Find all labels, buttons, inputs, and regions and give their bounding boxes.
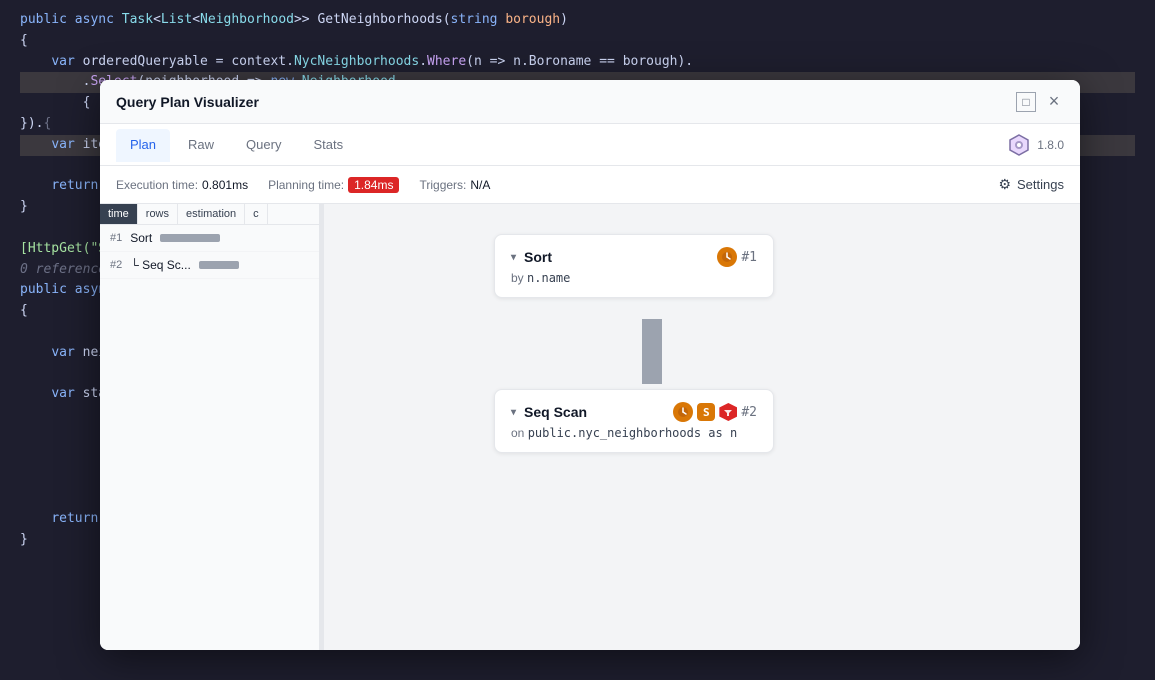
code-line-2: { <box>20 31 1135 52</box>
settings-label: Settings <box>1017 177 1064 192</box>
seq-scan-collapse-icon: ▾ <box>511 407 516 418</box>
row-bar-sort <box>160 234 220 242</box>
col-c: c <box>245 204 268 224</box>
planning-value: 1.84ms <box>348 177 399 193</box>
settings-gear-icon: ⚙ <box>998 176 1011 193</box>
close-icon: × <box>1049 91 1060 112</box>
titlebar-controls: □ × <box>1016 92 1064 112</box>
sort-by-label: by <box>511 271 527 285</box>
seq-s-badge: S <box>697 403 715 421</box>
triggers-value: N/A <box>470 178 490 192</box>
sort-clock-badge <box>717 247 737 267</box>
triggers-info: Triggers: N/A <box>419 178 490 192</box>
maximize-button[interactable]: □ <box>1016 92 1036 112</box>
seq-clock-badge <box>673 402 693 422</box>
seq-scan-node-header: ▾ Seq Scan <box>511 402 757 422</box>
seq-scan-on-label: on <box>511 426 528 440</box>
version-icon <box>1007 133 1031 157</box>
connector-line <box>642 319 662 384</box>
sort-by-value: n.name <box>527 271 570 285</box>
code-line-1: public async Task<List<Neighborhood>> Ge… <box>20 10 1135 31</box>
right-panel: ▾ Sort <box>324 204 1080 650</box>
execution-label: Execution time: <box>116 178 198 192</box>
settings-button[interactable]: ⚙ Settings <box>998 176 1064 193</box>
seq-scan-node-number: #2 <box>741 405 757 420</box>
tab-plan[interactable]: Plan <box>116 129 170 162</box>
seq-scan-node[interactable]: ▾ Seq Scan <box>494 389 774 453</box>
execution-value: 0.801ms <box>202 178 248 192</box>
modal-tabs: Plan Raw Query Stats 1.8.0 <box>100 124 1080 166</box>
col-estimation: estimation <box>178 204 245 224</box>
sort-node-number: #1 <box>741 250 757 265</box>
sort-node-title: ▾ Sort <box>511 249 552 265</box>
panel-header: time rows estimation c <box>100 204 319 225</box>
seq-scan-node-subtitle: on public.nyc_neighborhoods as n <box>511 426 757 440</box>
code-line-3: var orderedQueryable = context.NycNeighb… <box>20 52 1135 73</box>
maximize-icon: □ <box>1022 95 1029 109</box>
sort-badges: #1 <box>717 247 757 267</box>
row-name-sort: Sort <box>130 231 152 245</box>
clock-icon <box>720 250 734 264</box>
filter-icon <box>722 406 734 418</box>
planning-time: Planning time: 1.84ms <box>268 177 399 193</box>
planning-label: Planning time: <box>268 178 344 192</box>
modal-title: Query Plan Visualizer <box>116 94 259 110</box>
col-time: time <box>100 204 138 224</box>
seq-scan-label: Seq Scan <box>524 404 587 420</box>
tab-raw[interactable]: Raw <box>174 129 228 162</box>
seq-scan-table-value: public.nyc_neighborhoods as n <box>528 426 738 440</box>
seq-clock-icon <box>676 405 690 419</box>
seq-scan-node-title: ▾ Seq Scan <box>511 404 587 420</box>
modal-infobar: Execution time: 0.801ms Planning time: 1… <box>100 166 1080 204</box>
close-button[interactable]: × <box>1044 92 1064 112</box>
seq-scan-badges: S #2 <box>673 402 757 422</box>
sort-node[interactable]: ▾ Sort <box>494 234 774 298</box>
seq-filter-badge <box>719 403 737 421</box>
triggers-label: Triggers: <box>419 178 466 192</box>
sort-label: Sort <box>524 249 552 265</box>
sort-collapse-icon: ▾ <box>511 252 516 263</box>
plan-diagram: ▾ Sort <box>324 204 1080 650</box>
sort-node-header: ▾ Sort <box>511 247 757 267</box>
row-name-seqscan: └ Seq Sc... <box>130 258 191 272</box>
row-num-1: #1 <box>110 232 122 244</box>
row-num-2: #2 <box>110 259 122 271</box>
modal-titlebar: Query Plan Visualizer □ × <box>100 80 1080 124</box>
tab-stats[interactable]: Stats <box>299 129 357 162</box>
row-bar-seqscan <box>199 261 239 269</box>
modal-body: time rows estimation c #1 Sort #2 └ Seq … <box>100 204 1080 650</box>
sort-node-subtitle: by n.name <box>511 271 757 285</box>
left-panel: time rows estimation c #1 Sort #2 └ Seq … <box>100 204 320 650</box>
plan-row-seqscan[interactable]: #2 └ Seq Sc... <box>100 252 319 279</box>
execution-time: Execution time: 0.801ms <box>116 178 248 192</box>
tab-query[interactable]: Query <box>232 129 295 162</box>
col-rows: rows <box>138 204 178 224</box>
query-plan-modal: Query Plan Visualizer □ × Plan Raw Query… <box>100 80 1080 650</box>
plan-row-sort[interactable]: #1 Sort <box>100 225 319 252</box>
version-display: 1.8.0 <box>1007 133 1064 157</box>
version-label: 1.8.0 <box>1037 138 1064 152</box>
